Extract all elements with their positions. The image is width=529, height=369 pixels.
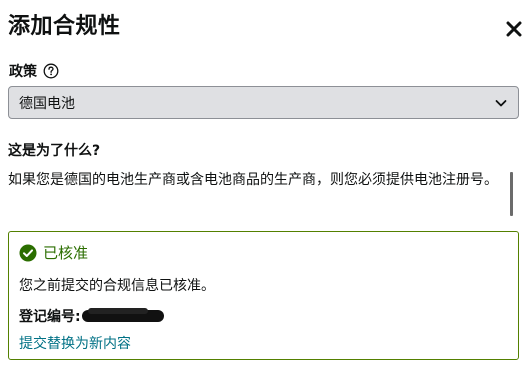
redacted-registration-number <box>81 308 164 322</box>
status-message: 您之前提交的合规信息已核准。 <box>19 278 215 294</box>
policy-label: 政策 <box>9 64 37 80</box>
question-heading: 这是为了什么? <box>8 143 101 159</box>
policy-select[interactable]: 德国电池 <box>8 86 519 119</box>
chevron-down-icon <box>494 96 508 110</box>
registration-number-row: 登记编号: <box>19 306 164 326</box>
question-circle-icon[interactable] <box>43 63 59 79</box>
description-area: 如果您是德国的电池生产商或含电池商品的生产商，则您必须提供电池注册号。 <box>8 170 513 216</box>
status-label: 已核准 <box>43 244 89 262</box>
add-compliance-dialog: 添加合规性 政策 德国电池 这是为了什么? 如果您是德国的电池生产商或含电池商品… <box>0 0 529 369</box>
policy-label-row: 政策 <box>9 61 59 81</box>
description-scrollbar[interactable] <box>510 172 513 216</box>
dialog-title: 添加合规性 <box>8 14 121 39</box>
close-icon[interactable] <box>505 20 523 38</box>
resubmit-link[interactable]: 提交替换为新内容 <box>19 333 131 353</box>
registration-number-label: 登记编号: <box>19 309 81 325</box>
approval-status-box: 已核准 您之前提交的合规信息已核准。 登记编号: 提交替换为新内容 <box>8 231 519 360</box>
check-circle-icon <box>19 244 37 262</box>
description-text: 如果您是德国的电池生产商或含电池商品的生产商，则您必须提供电池注册号。 <box>8 172 498 188</box>
policy-select-value: 德国电池 <box>19 95 75 112</box>
status-header: 已核准 <box>19 242 88 263</box>
